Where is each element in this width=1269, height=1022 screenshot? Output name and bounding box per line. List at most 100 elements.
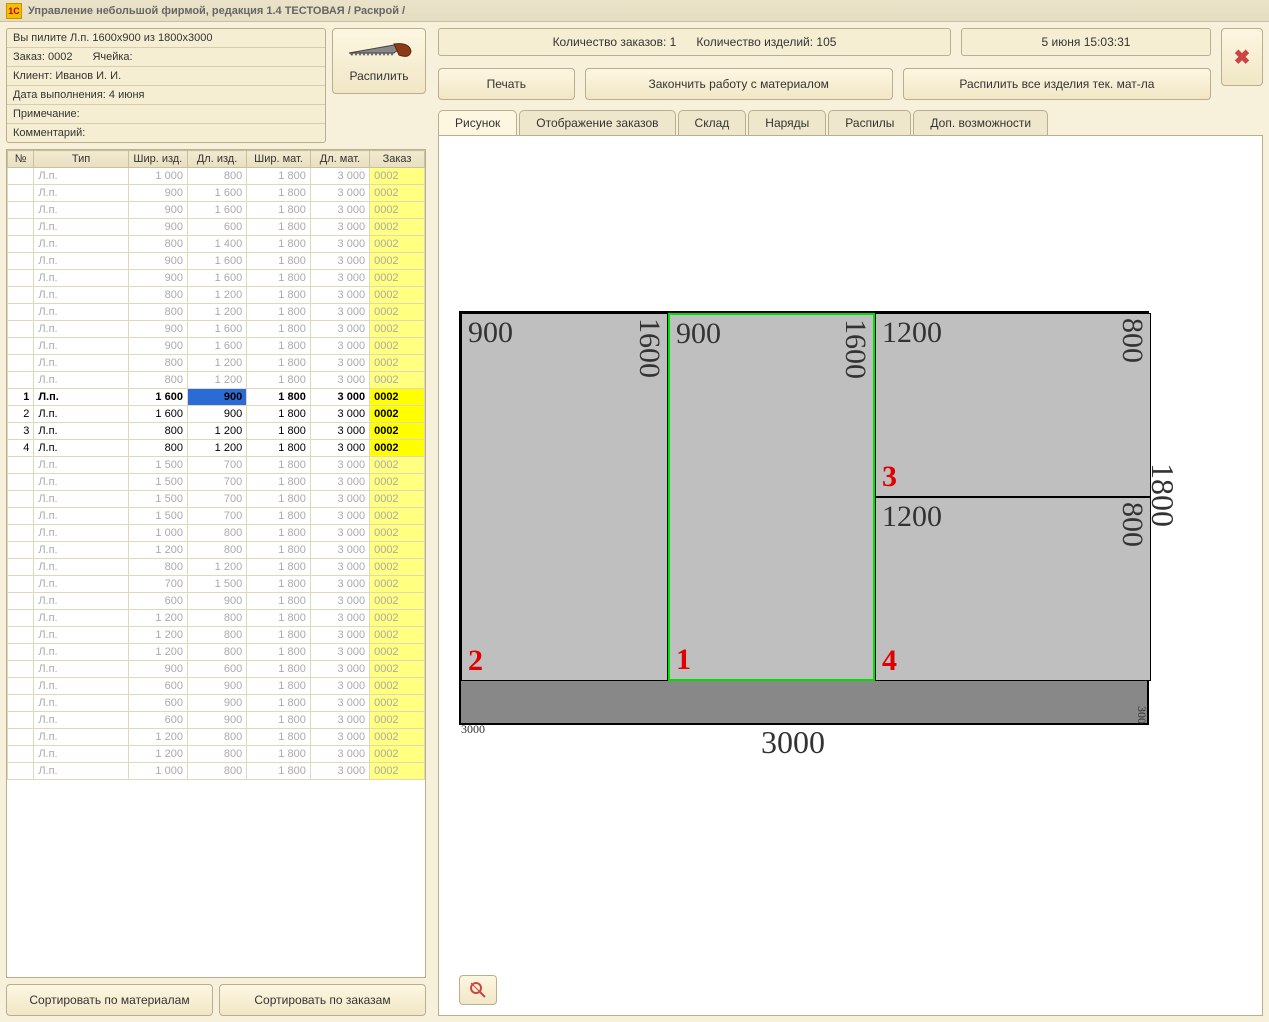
tab-orders-display[interactable]: Отображение заказов	[519, 110, 675, 135]
table-row[interactable]: Л.п.1 0008001 8003 0000002	[8, 168, 425, 185]
info-sawing: Вы пилите Л.п. 1600x900 из 1800x3000	[13, 32, 212, 44]
cut-piece[interactable]: 900 1600 2	[461, 313, 668, 681]
table-row[interactable]: 2Л.п.1 6009001 8003 0000002	[8, 406, 425, 423]
table-row[interactable]: Л.п.9001 6001 8003 0000002	[8, 321, 425, 338]
table-row[interactable]: Л.п.7001 5001 8003 0000002	[8, 576, 425, 593]
orders-count: Количество заказов: 1	[553, 35, 677, 49]
magnifier-icon	[469, 981, 487, 999]
info-panel: Вы пилите Л.п. 1600x900 из 1800x3000 Зак…	[6, 28, 326, 143]
print-button[interactable]: Печать	[438, 68, 575, 100]
col-l[interactable]: Дл. изд.	[187, 151, 246, 168]
piece-number: 1	[676, 643, 691, 677]
table-row[interactable]: Л.п.6009001 8003 0000002	[8, 695, 425, 712]
sheet-width-label: 3000	[761, 724, 825, 761]
info-client: Клиент: Иванов И. И.	[13, 70, 121, 82]
table-row[interactable]: Л.п.9006001 8003 0000002	[8, 661, 425, 678]
col-type[interactable]: Тип	[34, 151, 128, 168]
piece-number: 2	[468, 644, 483, 678]
tab-work-orders[interactable]: Наряды	[748, 110, 826, 135]
table-row[interactable]: Л.п.8001 4001 8003 0000002	[8, 236, 425, 253]
piece-width: 900	[676, 317, 721, 351]
app-logo-icon: 1C	[6, 3, 22, 19]
table-row[interactable]: 4Л.п.8001 2001 8003 0000002	[8, 440, 425, 457]
piece-height: 1600	[838, 319, 872, 379]
table-row[interactable]: Л.п.1 5007001 8003 0000002	[8, 508, 425, 525]
table-row[interactable]: Л.п.9001 6001 8003 0000002	[8, 253, 425, 270]
material-sheet: 1800 3000 300 3000 900160029001600112008…	[459, 311, 1149, 725]
tab-cuts[interactable]: Распилы	[828, 110, 911, 135]
sort-by-materials-button[interactable]: Сортировать по материалам	[6, 984, 213, 1016]
info-due: Дата выполнения: 4 июня	[13, 89, 145, 101]
table-row[interactable]: Л.п.1 5007001 8003 0000002	[8, 457, 425, 474]
table-row[interactable]: Л.п.1 2008001 8003 0000002	[8, 729, 425, 746]
table-row[interactable]: Л.п.6009001 8003 0000002	[8, 678, 425, 695]
cut-all-button[interactable]: Распилить все изделия тек. мат-ла	[903, 68, 1211, 100]
table-row[interactable]: Л.п.1 2008001 8003 0000002	[8, 610, 425, 627]
table-row[interactable]: Л.п.1 2008001 8003 0000002	[8, 644, 425, 661]
tab-picture[interactable]: Рисунок	[438, 110, 517, 135]
table-row[interactable]: Л.п.6009001 8003 0000002	[8, 593, 425, 610]
cut-piece[interactable]: 900 1600 1	[668, 313, 875, 681]
table-row[interactable]: Л.п.1 2008001 8003 0000002	[8, 542, 425, 559]
remnant-h-label: 300	[1134, 706, 1149, 724]
cut-button-label: Распилить	[350, 69, 409, 83]
table-row[interactable]: Л.п.1 0008001 8003 0000002	[8, 763, 425, 780]
piece-number: 3	[882, 460, 897, 494]
items-table[interactable]: № Тип Шир. изд. Дл. изд. Шир. мат. Дл. м…	[6, 149, 426, 978]
col-wmat[interactable]: Шир. мат.	[247, 151, 311, 168]
info-note: Примечание:	[13, 108, 80, 120]
cut-piece[interactable]: 1200 800 4	[875, 497, 1151, 681]
layout-canvas[interactable]: 1800 3000 300 3000 900160029001600112008…	[438, 136, 1263, 1016]
col-lmat[interactable]: Дл. мат.	[310, 151, 369, 168]
cut-button[interactable]: Распилить	[332, 28, 426, 94]
finish-material-button[interactable]: Закончить работу с материалом	[585, 68, 893, 100]
tabs: Рисунок Отображение заказов Склад Наряды…	[438, 110, 1263, 136]
tab-warehouse[interactable]: Склад	[678, 110, 747, 135]
table-row[interactable]: Л.п.9001 6001 8003 0000002	[8, 185, 425, 202]
table-row[interactable]: Л.п.8001 2001 8003 0000002	[8, 355, 425, 372]
saw-icon	[344, 39, 414, 67]
table-row[interactable]: Л.п.9006001 8003 0000002	[8, 219, 425, 236]
cut-piece[interactable]: 1200 800 3	[875, 313, 1151, 497]
info-order: Заказ: 0002	[13, 51, 72, 63]
tab-extra[interactable]: Доп. возможности	[913, 110, 1048, 135]
window-title: Управление небольшой фирмой, редакция 1.…	[28, 5, 405, 17]
piece-height: 1600	[632, 318, 666, 378]
table-row[interactable]: Л.п.9001 6001 8003 0000002	[8, 338, 425, 355]
status-box: Количество заказов: 1 Количество изделий…	[438, 28, 951, 56]
table-row[interactable]: Л.п.9001 6001 8003 0000002	[8, 202, 425, 219]
table-row[interactable]: Л.п.9001 6001 8003 0000002	[8, 270, 425, 287]
table-row[interactable]: Л.п.1 5007001 8003 0000002	[8, 474, 425, 491]
col-order[interactable]: Заказ	[370, 151, 425, 168]
info-comment: Комментарий:	[13, 127, 85, 139]
zoom-reset-button[interactable]	[459, 975, 497, 1005]
table-row[interactable]: 3Л.п.8001 2001 8003 0000002	[8, 423, 425, 440]
table-row[interactable]: Л.п.8001 2001 8003 0000002	[8, 559, 425, 576]
close-icon: ✖	[1234, 45, 1251, 70]
piece-width: 1200	[882, 500, 942, 534]
table-row[interactable]: Л.п.1 2008001 8003 0000002	[8, 627, 425, 644]
sort-by-orders-button[interactable]: Сортировать по заказам	[219, 984, 426, 1016]
datetime-box: 5 июня 15:03:31	[961, 28, 1211, 56]
table-row[interactable]: Л.п.6009001 8003 0000002	[8, 712, 425, 729]
remnant-w-label: 3000	[461, 722, 485, 737]
table-row[interactable]: Л.п.8001 2001 8003 0000002	[8, 287, 425, 304]
items-count: Количество изделий: 105	[696, 35, 836, 49]
piece-height: 800	[1115, 318, 1149, 363]
piece-number: 4	[882, 644, 897, 678]
table-row[interactable]: Л.п.8001 2001 8003 0000002	[8, 304, 425, 321]
close-button[interactable]: ✖	[1221, 28, 1263, 86]
datetime: 5 июня 15:03:31	[1042, 35, 1131, 49]
table-row[interactable]: Л.п.8001 2001 8003 0000002	[8, 372, 425, 389]
piece-height: 800	[1115, 502, 1149, 547]
table-row[interactable]: 1Л.п.1 6009001 8003 0000002	[8, 389, 425, 406]
col-n[interactable]: №	[8, 151, 34, 168]
table-row[interactable]: Л.п.1 2008001 8003 0000002	[8, 746, 425, 763]
col-w[interactable]: Шир. изд.	[128, 151, 187, 168]
info-cell: Ячейка:	[92, 51, 132, 63]
piece-width: 900	[468, 316, 513, 350]
titlebar: 1C Управление небольшой фирмой, редакция…	[0, 0, 1269, 22]
piece-width: 1200	[882, 316, 942, 350]
table-row[interactable]: Л.п.1 5007001 8003 0000002	[8, 491, 425, 508]
table-row[interactable]: Л.п.1 0008001 8003 0000002	[8, 525, 425, 542]
